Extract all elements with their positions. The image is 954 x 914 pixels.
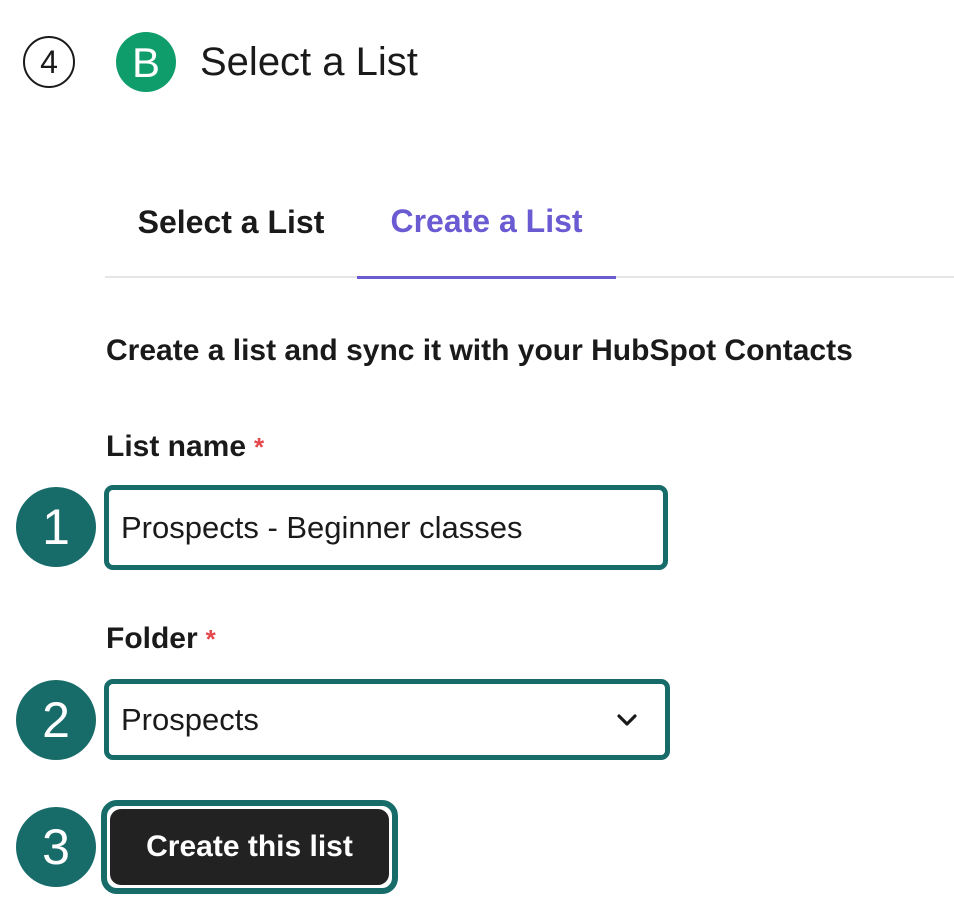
folder-select[interactable]: Prospects [104,679,670,760]
chevron-down-icon [615,708,639,732]
list-name-label-text: List name [106,430,247,463]
required-marker: * [205,624,216,654]
list-name-input[interactable] [104,485,668,570]
tab-select-a-list[interactable]: Select a List [105,190,357,278]
page-title: Select a List [200,40,418,84]
brand-logo-glyph: B [132,39,160,86]
step-number: 4 [40,43,58,80]
create-list-button-highlight: Create this list [101,800,398,894]
folder-select-value: Prospects [121,701,259,737]
required-marker: * [254,432,265,462]
list-name-label: List name * [106,428,264,466]
tab-create-a-list[interactable]: Create a List [357,190,616,279]
brand-logo-icon: B [116,32,176,92]
callout-badge-2: 2 [16,680,96,760]
step-number-badge: 4 [23,36,75,88]
callout-badge-3: 3 [16,807,96,887]
folder-label: Folder * [106,620,216,658]
tab-bar: Select a List Create a List [105,190,954,279]
svg-text:B: B [132,39,160,86]
folder-label-text: Folder [106,622,198,655]
form-description: Create a list and sync it with your HubS… [106,334,853,367]
create-list-button[interactable]: Create this list [110,809,389,885]
callout-badge-1: 1 [16,487,96,567]
